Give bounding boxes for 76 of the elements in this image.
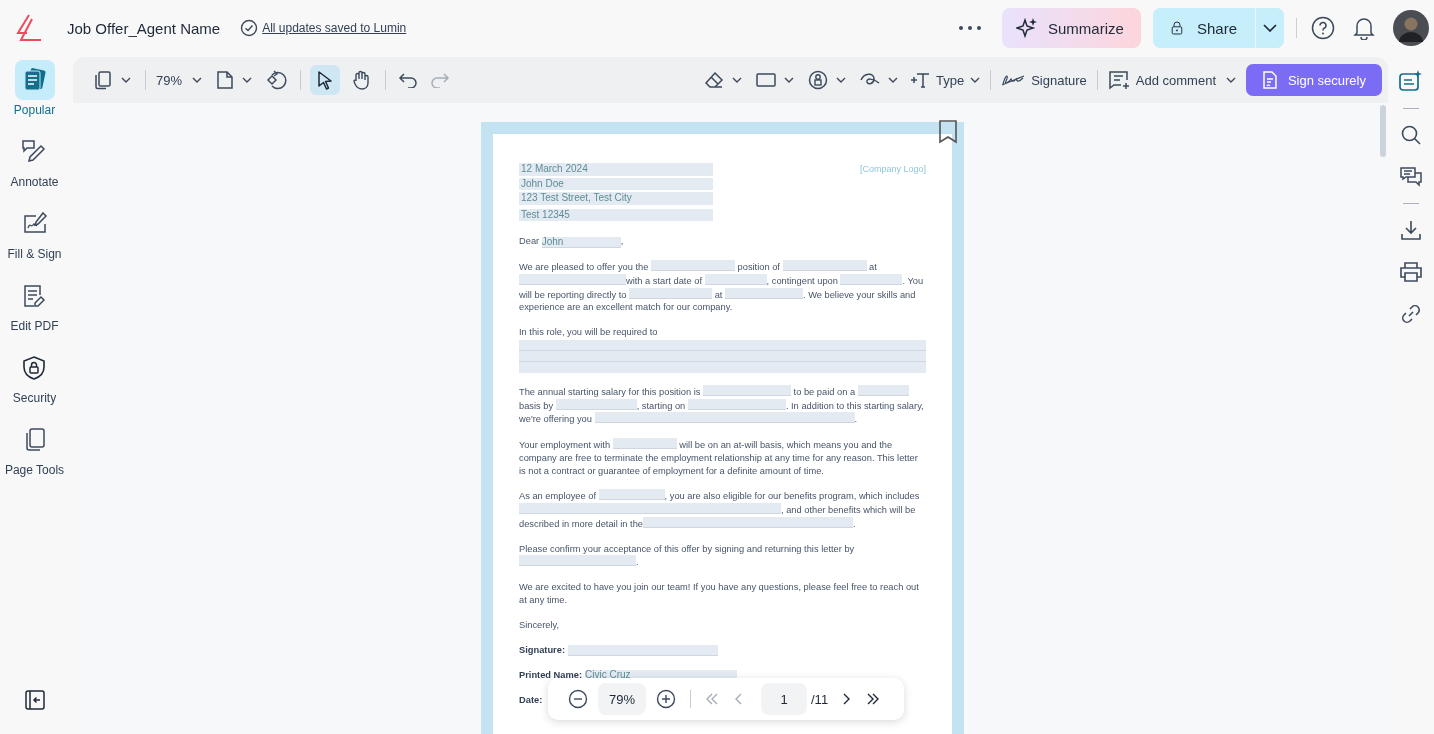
letter-paragraph: Please confirm your acceptance of this offer by signing and returning this letter by . [519, 542, 856, 569]
letter-paragraph: The annual starting salary for this position is to be paid on a basis by , starting on . In addition to this starting salary, we're offering you . [519, 385, 925, 426]
letter-paragraph: Sincerely, [519, 618, 561, 632]
next-page-icon[interactable] [842, 693, 851, 705]
document-icon [1262, 70, 1278, 90]
collapse-panel-icon[interactable] [24, 690, 45, 710]
save-status-link[interactable]: All updates saved to Lumin [262, 21, 407, 35]
page-total: /11 [811, 691, 829, 707]
letter-paragraph: Dear John , [519, 235, 625, 248]
undo-icon[interactable] [398, 72, 419, 88]
letter-paragraph: In this role, you will be required to [519, 326, 926, 373]
letter-paragraph: We are pleased to offer you the position of at with a start date of , contingent upon . You will be reporting directly to at . We believe your skills and experience are an excellent match for our company. [519, 260, 925, 314]
comments-icon[interactable] [1400, 167, 1422, 187]
field-label: Date: [519, 693, 543, 707]
link-icon[interactable] [1401, 304, 1421, 324]
zoom-in-icon[interactable] [656, 689, 676, 709]
signature-button[interactable]: Signature [997, 72, 1091, 88]
logo-icon [15, 13, 43, 43]
scrollbar-thumb[interactable] [1380, 105, 1386, 157]
search-icon[interactable] [1401, 125, 1421, 145]
page-number-field[interactable]: 1 [761, 683, 807, 715]
chevron-down-icon[interactable] [731, 77, 742, 83]
letter-paragraph: As an employee of , you are also eligible for our benefits program, which includes , and other benefits which will be described in more detail in the . [519, 489, 921, 531]
more-icon[interactable] [958, 25, 982, 31]
document-title: Job Offer_Agent Name [67, 19, 221, 37]
sidebar-item[interactable]: Page Tools [4, 420, 65, 492]
hand-icon [352, 70, 371, 90]
sparkle-icon [1016, 17, 1038, 39]
chevron-down-icon[interactable] [835, 77, 846, 83]
chevron-down-icon[interactable] [242, 77, 253, 83]
chevron-down-icon [1263, 24, 1277, 32]
sign-securely-button[interactable]: Sign securely [1246, 64, 1382, 96]
annotate-icon [21, 139, 48, 165]
scribble-icon [1001, 73, 1026, 87]
zoom-field[interactable]: 79% [598, 683, 646, 715]
zoom-level[interactable]: 79% [152, 72, 191, 88]
ai-notes-icon[interactable] [1399, 70, 1423, 92]
select-tool-button[interactable] [310, 65, 341, 95]
chevron-down-icon[interactable] [121, 77, 131, 83]
eraser-icon[interactable] [703, 71, 724, 89]
letter-paragraph: Your employment with will be on an at-will basis, which means you and the company are free to terminate the employment relationship at any time for any reason. This letter is not a contract or guarantee of employment for a definite amount of time. [519, 438, 919, 478]
chevron-down-icon[interactable] [887, 77, 898, 83]
print-icon[interactable] [1400, 262, 1422, 282]
download-icon[interactable] [1401, 220, 1421, 240]
chevron-down-icon[interactable] [783, 77, 794, 83]
chevron-down-icon [970, 77, 981, 83]
help-icon[interactable] [1311, 16, 1335, 40]
page-icon[interactable] [216, 70, 235, 90]
sidebar-item[interactable]: Annotate [10, 132, 59, 204]
text-icon [909, 72, 930, 88]
rotate-icon[interactable] [266, 70, 289, 90]
chevron-down-icon [1226, 77, 1236, 83]
field-label: Signature: [519, 643, 565, 657]
bookmark-icon[interactable] [938, 120, 958, 144]
notification-bell-icon[interactable] [1353, 16, 1375, 40]
field-label: Printed Name: [519, 668, 583, 682]
comment-add-icon [1107, 70, 1130, 90]
copy-pages-icon[interactable] [93, 70, 113, 90]
stamp-icon[interactable] [807, 70, 828, 90]
summarize-button[interactable]: Summarize [1002, 8, 1141, 48]
edit-document-icon [21, 283, 48, 309]
sidebar-item[interactable]: Fill & Sign [7, 204, 62, 276]
cursor-icon [317, 70, 334, 90]
zoom-out-icon[interactable] [568, 689, 588, 709]
user-avatar[interactable] [1393, 10, 1429, 46]
shield-lock-icon [21, 355, 48, 381]
check-circle-icon [240, 19, 259, 37]
share-button[interactable]: Share [1153, 8, 1256, 48]
sidebar-item[interactable]: Security [12, 348, 57, 420]
type-button[interactable]: Type [905, 72, 985, 88]
rectangle-icon[interactable] [755, 73, 776, 87]
letter-paragraph: We are excited to have you join our team! If you have any questions, please feel free to reach out at any time. [519, 581, 920, 607]
sidebar-item[interactable]: Edit PDF [10, 276, 59, 348]
add-comment-button[interactable]: Add comment [1103, 70, 1240, 90]
chevron-down-icon[interactable] [192, 77, 203, 83]
last-page-icon[interactable] [866, 693, 881, 705]
